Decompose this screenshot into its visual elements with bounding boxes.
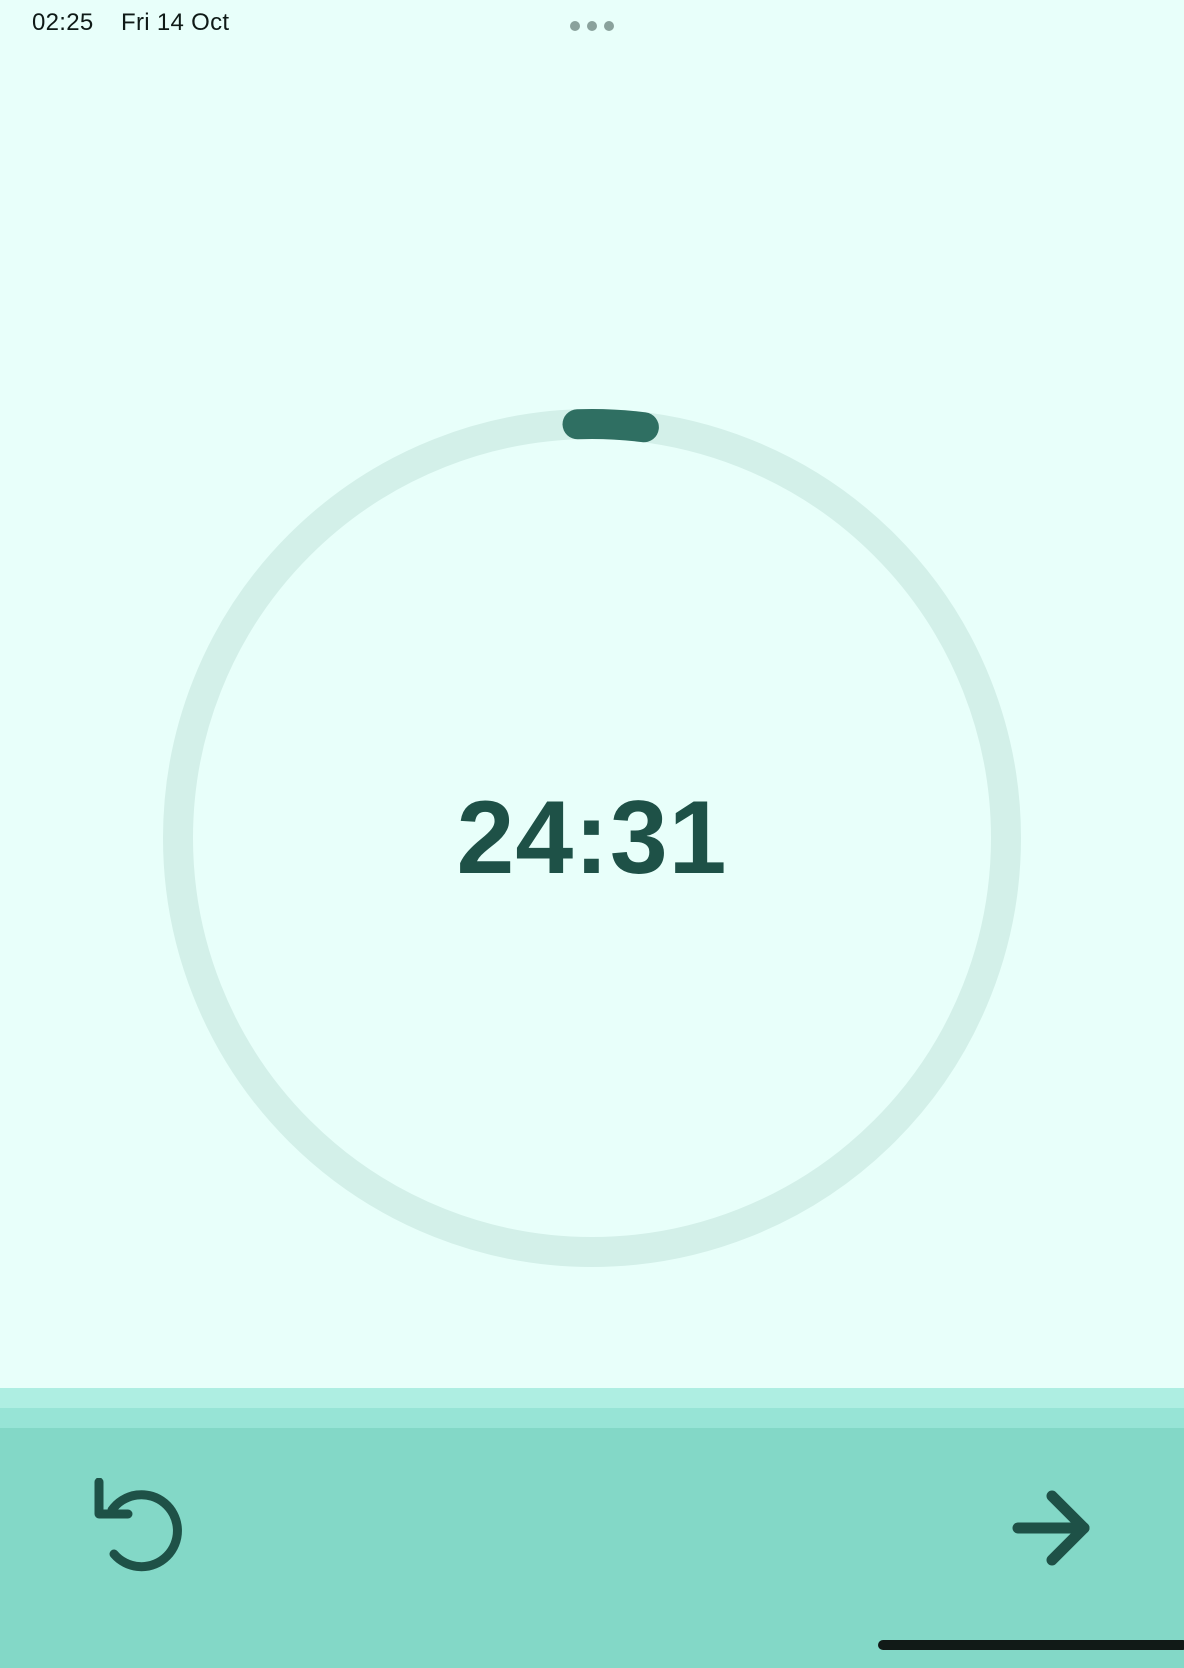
next-button[interactable] [1000, 1478, 1100, 1578]
status-date: Fri 14 Oct [121, 9, 230, 36]
home-indicator[interactable] [878, 1640, 1184, 1650]
reset-icon [94, 1477, 182, 1572]
status-bar: 02:25 Fri 14 Oct [0, 0, 1184, 48]
control-bar-band [0, 1408, 1184, 1428]
status-time: 02:25 [32, 9, 94, 36]
control-bar-band [0, 1388, 1184, 1408]
multitask-dots-icon[interactable] [568, 19, 616, 31]
arrow-right-icon [1012, 1490, 1090, 1566]
reset-button[interactable] [88, 1477, 188, 1578]
time-remaining: 24:31 [456, 779, 728, 896]
timer-ring: 24:31 [160, 406, 1024, 1270]
control-bar [0, 1388, 1184, 1668]
